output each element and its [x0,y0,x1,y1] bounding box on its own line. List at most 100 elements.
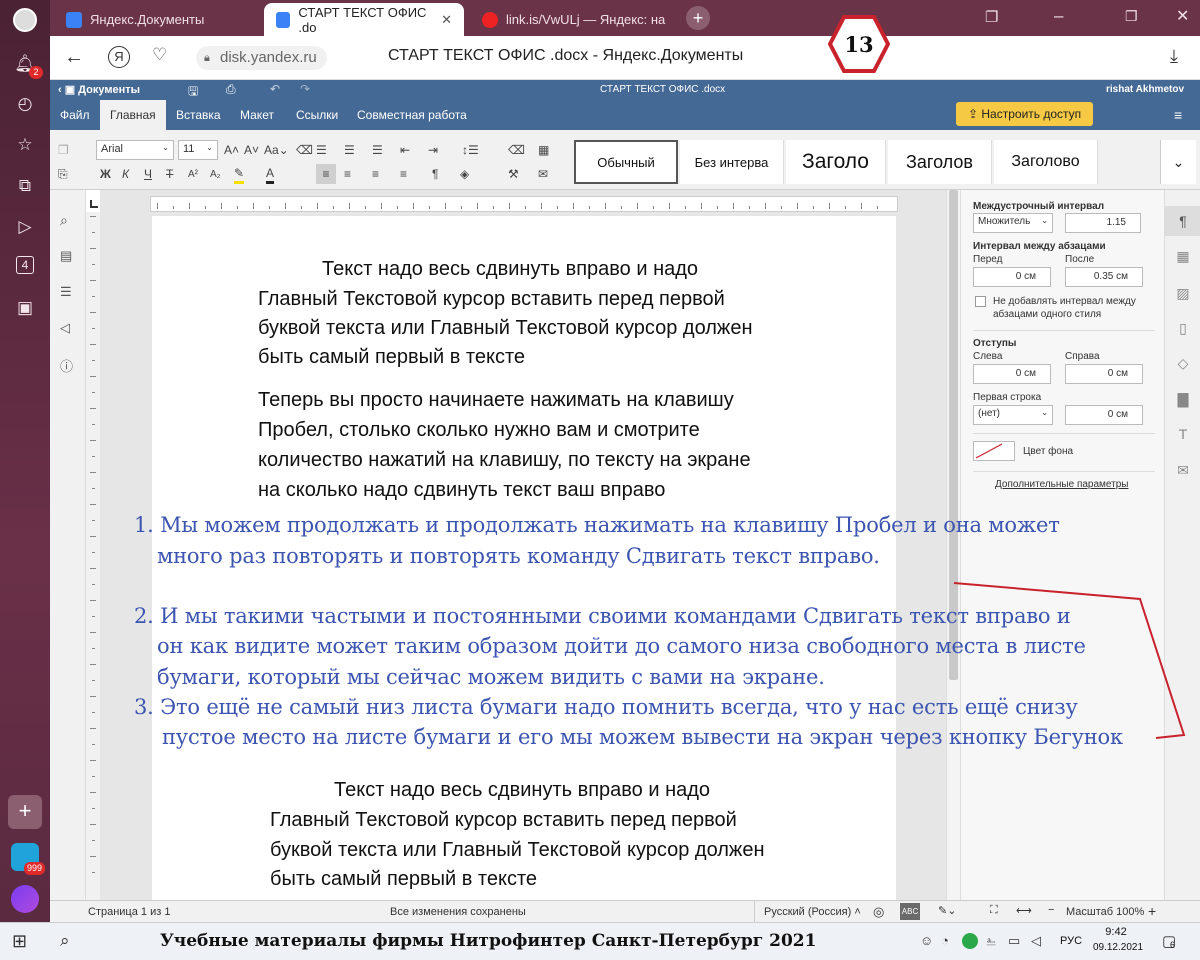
volume-icon[interactable]: ◁ [1031,933,1041,949]
fit-page-icon[interactable]: ⛶ [990,904,998,917]
spacing-after-input[interactable]: 0.35 см [1065,267,1143,287]
eraser-icon[interactable]: ⌫ [508,140,525,160]
windows-start-icon[interactable]: ⊞ [12,931,27,952]
menu-insert[interactable]: Вставка [166,100,231,130]
line-spacing-icon[interactable]: ↕☰ [462,140,479,160]
restore-icon[interactable]: ❐ [1125,8,1138,25]
menu-file[interactable]: Файл [50,100,100,130]
align-right-icon[interactable]: ≡ [372,164,379,184]
line-spacing-mode-select[interactable]: Множитель ⌄ [973,213,1053,233]
person-icon[interactable]: ☺ [920,933,933,948]
yandex-logo-icon[interactable]: Я [108,46,130,68]
download-icon[interactable]: ⤓ [1170,46,1178,67]
style-normal[interactable]: Обычный [574,140,678,184]
info-icon[interactable]: ⓘ [60,356,73,375]
clock-time[interactable]: 9:42 [1096,926,1136,938]
collections-icon[interactable]: ⧉ [13,174,37,198]
counter-icon[interactable]: 4 [16,256,34,274]
hamburger-icon[interactable]: ≡ [1174,107,1182,123]
tab-stop-icon[interactable] [90,200,98,208]
tab-start-text[interactable]: СТАРТ ТЕКСТ ОФИС .do ✕ [264,3,464,36]
star-icon[interactable]: ☆ [13,133,37,157]
pilcrow-icon[interactable]: ¶ [432,164,438,184]
pilcrow-icon[interactable]: ¶ [1174,212,1192,230]
italic-icon[interactable]: К [122,164,129,184]
network-icon[interactable]: ▭ [1008,933,1020,949]
justify-icon[interactable]: ≡ [400,164,407,184]
add-panel-icon[interactable]: + [8,795,42,829]
style-heading3[interactable]: Заголово [994,140,1098,184]
advanced-settings-link[interactable]: Дополнительные параметры [995,479,1128,490]
back-arrow-icon[interactable]: ← [64,46,84,69]
strike-icon[interactable]: Т [166,164,173,184]
search-icon[interactable]: ⌕ [60,931,70,951]
shape-settings-icon[interactable]: ◇ [1174,354,1192,372]
menu-home[interactable]: Главная [100,100,166,130]
search-icon[interactable]: ⌕ [60,212,68,229]
redo-icon[interactable]: ↷ [300,82,310,96]
tab-yandex-docs[interactable]: Яндекс.Документы [54,3,254,36]
url-field[interactable]: 🔒︎ disk.yandex.ru [196,46,327,70]
table-settings-icon[interactable]: ▦ [1174,247,1192,265]
mail-icon[interactable]: ✉ [538,164,548,184]
no-spacing-checkbox[interactable] [975,296,986,307]
header-footer-icon[interactable]: ▯ [1174,319,1192,337]
bookmark-manager-icon[interactable]: ❐ [985,8,998,26]
tab-link[interactable]: link.is/VwULj — Яндекс: на [470,3,682,36]
font-color-icon[interactable]: A [266,164,275,184]
bullets-icon[interactable]: ☰ [316,140,327,160]
highlight-icon[interactable]: ✎ [234,164,245,184]
play-icon[interactable]: ▷ [13,215,37,239]
style-heading2[interactable]: Заголов [888,140,992,184]
comments-icon[interactable]: ▤ [60,248,72,264]
line-spacing-input[interactable]: 1.15 [1065,213,1141,233]
copy-icon[interactable]: ❐ [58,140,69,160]
tray-icon[interactable]: ◔ [941,933,949,948]
bookmark-icon[interactable]: ♡ [152,45,167,65]
menu-layout[interactable]: Макет [230,100,284,130]
decrease-font-icon[interactable]: A˅ [244,140,259,160]
history-icon[interactable]: ◴ [13,92,37,116]
align-left-icon[interactable]: ≡ [316,164,336,184]
bold-icon[interactable]: Ж [100,164,111,184]
zoom-in-icon[interactable]: + [1148,903,1156,919]
user-name[interactable]: rishat Akhmetov [1106,84,1184,95]
style-heading1[interactable]: Заголо [786,140,886,184]
superscript-icon[interactable]: A² [188,164,198,184]
paste-icon[interactable]: ⎘ [58,164,68,184]
usb-icon[interactable]: ⎁ [986,933,996,949]
text-art-icon[interactable]: T [1174,425,1192,443]
zoom-out-icon[interactable]: − [1048,904,1054,916]
chart-settings-icon[interactable]: ▇ [1174,390,1192,408]
first-line-select[interactable]: (нет) ⌄ [973,405,1053,425]
minimize-icon[interactable]: – [1054,6,1063,26]
styles-expand-icon[interactable]: ⌄ [1160,140,1196,184]
undo-icon[interactable]: ↶ [270,82,280,96]
decrease-indent-icon[interactable]: ⇤ [400,140,410,160]
font-size-select[interactable]: 11 ⌄ [178,140,218,160]
spacing-before-input[interactable]: 0 см [973,267,1051,287]
first-line-input[interactable]: 0 см [1065,405,1143,425]
subscript-icon[interactable]: A₂ [210,164,221,184]
back-to-documents-button[interactable]: ‹ ▣ Документы [58,83,140,96]
menu-collaboration[interactable]: Совместная работа [347,100,477,130]
spellcheck-icon[interactable]: ABC [900,903,920,920]
share-access-button[interactable]: ⇪ Настроить доступ [956,102,1094,126]
increase-font-icon[interactable]: A˄ [224,140,239,160]
language-select[interactable]: Русский (Россия) ˄ [764,906,861,918]
close-icon[interactable]: ✕ [441,12,452,28]
input-language[interactable]: РУС [1060,935,1082,947]
globe-icon[interactable]: ◎ [873,904,884,920]
clear-format-icon[interactable]: ⌫ [296,140,313,160]
shading-icon[interactable]: ◈ [460,164,469,184]
style-no-spacing[interactable]: Без интерва [680,140,784,184]
green-app-icon[interactable] [962,933,978,949]
format-painter-icon[interactable]: ⚒ [508,164,519,184]
menu-references[interactable]: Ссылки [286,100,348,130]
horizontal-ruler[interactable] [150,196,898,212]
increase-indent-icon[interactable]: ⇥ [428,140,438,160]
alice-icon[interactable] [11,885,39,913]
image-settings-icon[interactable]: ▨ [1174,284,1192,302]
fit-width-icon[interactable]: ⟷ [1016,904,1032,917]
new-tab-button[interactable]: + [686,6,710,30]
